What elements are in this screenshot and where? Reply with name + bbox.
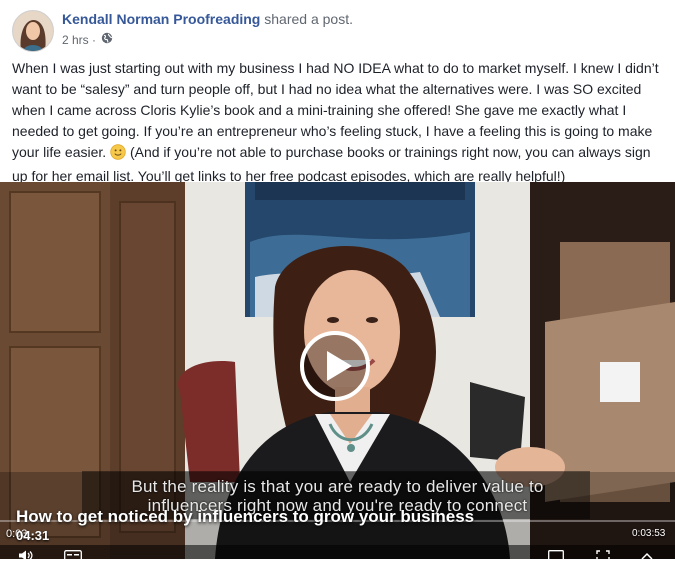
post-text-continued: (And if you’re not able to purchase book… [12,144,651,184]
video-remaining-time: 0:03:53 [632,528,666,539]
author-avatar[interactable] [12,10,54,52]
meta-separator: · [92,32,97,47]
video-duration: 04:31 [16,528,50,543]
volume-icon[interactable] [18,548,34,566]
post-header: Kendall Norman Proofreading shared a pos… [12,10,662,52]
shared-post: Kendall Norman Proofreading shared a pos… [0,0,675,561]
settings-icon[interactable] [548,548,564,566]
play-icon[interactable] [299,330,371,402]
video-controls-bar [0,545,675,559]
post-timestamp[interactable]: 2 hrs [62,33,89,47]
video-title[interactable]: How to get noticed by influencers to gro… [16,507,474,527]
subtitle-line-1: But the reality is that you are ready to… [131,477,544,496]
author-line: Kendall Norman Proofreading shared a pos… [62,11,353,27]
captions-icon[interactable] [64,548,82,566]
post-meta: 2 hrs · [62,32,113,47]
slightly-smiling-face-icon [110,144,126,166]
post-text: When I was just starting out with my bus… [12,58,662,187]
post-action: shared a post. [264,11,353,27]
expand-icon[interactable] [640,548,654,566]
author-name[interactable]: Kendall Norman Proofreading [62,11,260,27]
fullscreen-icon[interactable] [596,548,610,566]
globe-icon[interactable] [101,32,113,47]
